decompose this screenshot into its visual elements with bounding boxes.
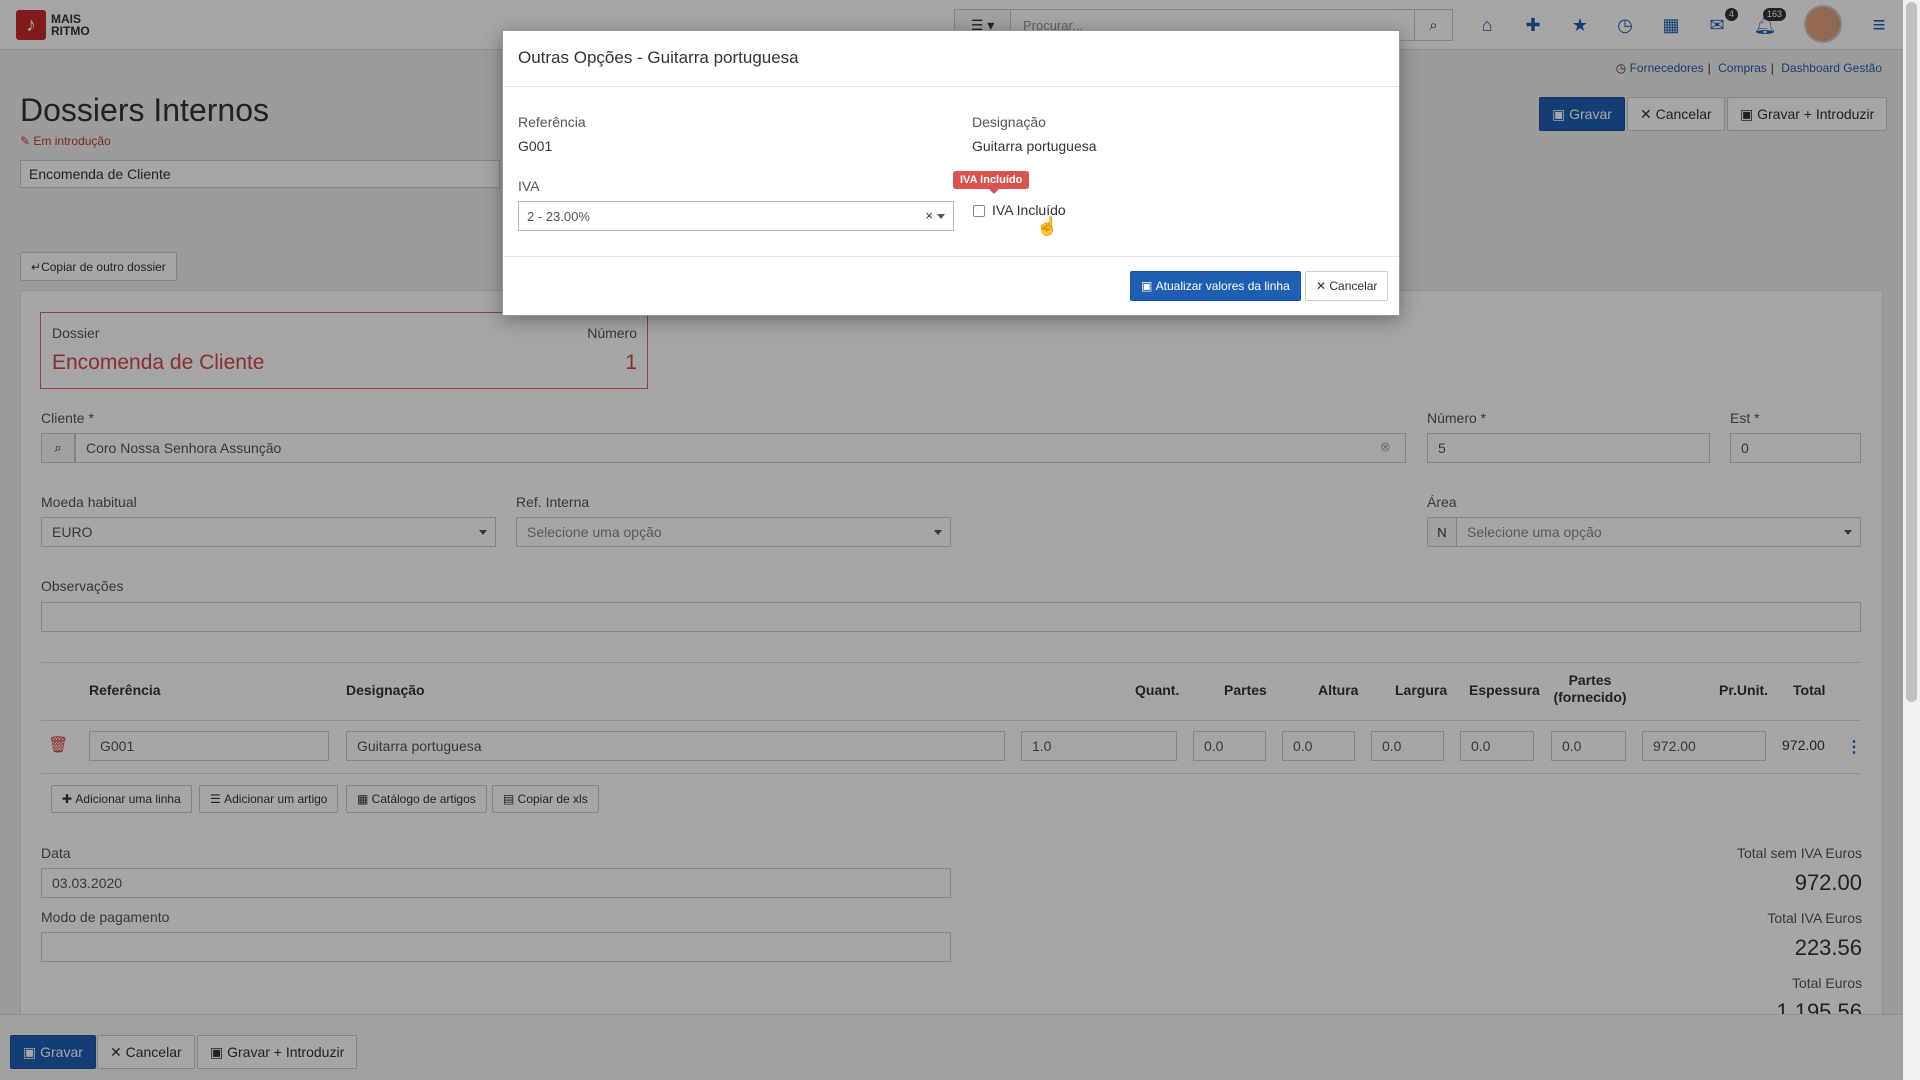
modal-ref-label: Referência: [518, 114, 586, 130]
modal-cancel-button[interactable]: ✕ Cancelar: [1305, 271, 1389, 301]
modal-ref-value: G001: [518, 138, 553, 154]
tooltip: IVA Incluído: [953, 171, 1030, 194]
modal-header-divider: [503, 86, 1399, 87]
hand-cursor-icon: ☝: [1036, 216, 1059, 236]
save-icon: ▣: [1141, 279, 1156, 293]
chevron-down-icon: [937, 214, 945, 219]
modal-desig-label: Designação: [972, 114, 1046, 130]
update-line-button[interactable]: ▣ Atualizar valores da linha: [1130, 271, 1301, 301]
iva-select[interactable]: 2 - 23.00% ×: [518, 201, 954, 231]
modal-desig-value: Guitarra portuguesa: [972, 138, 1097, 154]
modal-iva-label: IVA: [518, 178, 540, 194]
iva-incluido-checkbox[interactable]: [973, 205, 985, 217]
close-icon: ✕: [1316, 279, 1330, 293]
scrollbar-thumb[interactable]: [1906, 2, 1917, 702]
modal-footer-divider: [503, 256, 1399, 257]
modal-title: Outras Opções - Guitarra portuguesa: [518, 48, 799, 67]
clear-icon[interactable]: ×: [925, 208, 933, 223]
options-modal: Outras Opções - Guitarra portuguesa Refe…: [502, 30, 1400, 316]
